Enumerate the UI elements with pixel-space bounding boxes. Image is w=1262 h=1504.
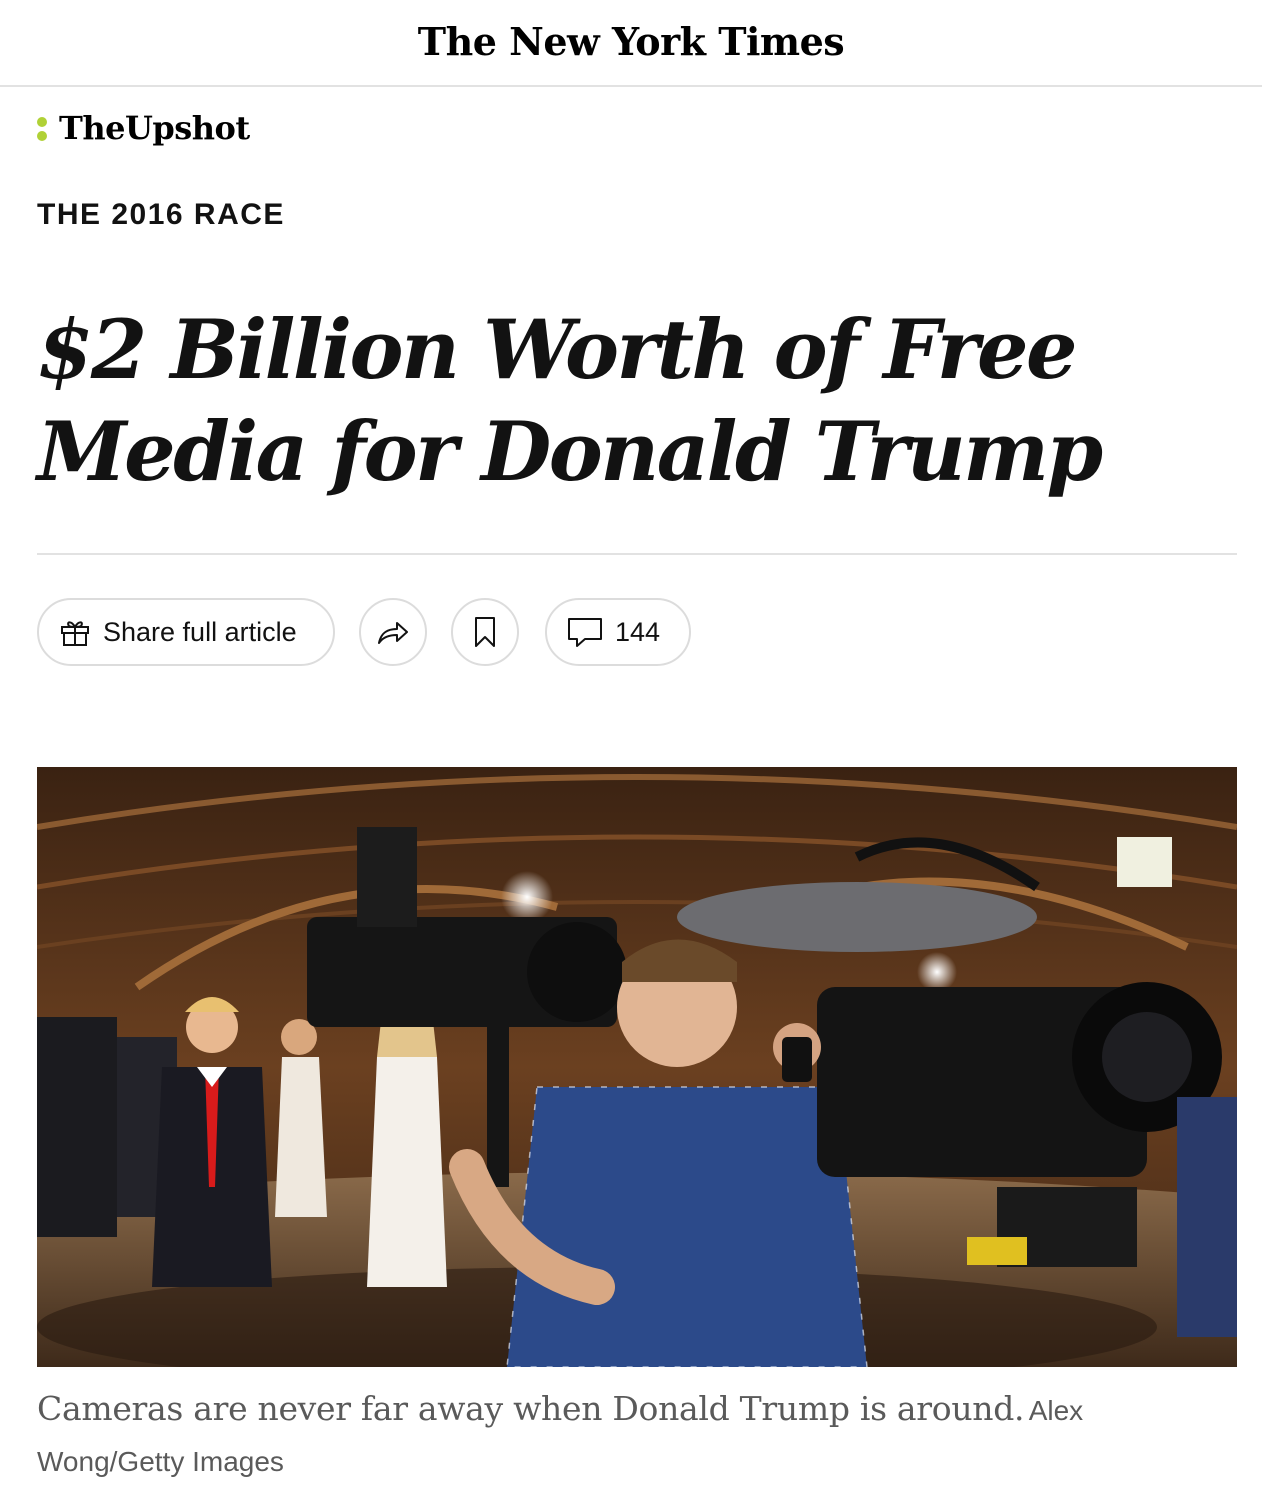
caption-text: Cameras are never far away when Donald T…	[37, 1389, 1025, 1428]
article-kicker[interactable]: THE 2016 RACE	[37, 198, 285, 232]
bookmark-icon	[473, 616, 497, 648]
article-headline: $2 Billion Worth of Free Media for Donal…	[37, 303, 1103, 500]
forward-arrow-icon	[376, 618, 410, 646]
section-name: TheUpshot	[59, 109, 250, 147]
photo-caption: Cameras are never far away when Donald T…	[37, 1386, 1237, 1490]
lead-photo	[37, 767, 1237, 1367]
share-forward-button[interactable]	[359, 598, 427, 666]
article-action-bar: Share full article 144	[37, 598, 691, 666]
nyt-logo[interactable]: The New York Times	[418, 19, 845, 64]
upshot-dots-icon	[37, 113, 47, 143]
share-full-article-button[interactable]: Share full article	[37, 598, 335, 666]
comments-count: 144	[615, 616, 661, 647]
gift-icon	[59, 616, 91, 648]
divider	[37, 553, 1237, 555]
comment-bubble-icon	[567, 616, 603, 648]
masthead: The New York Times	[0, 0, 1262, 87]
save-bookmark-button[interactable]	[451, 598, 519, 666]
share-label: Share full article	[103, 616, 297, 647]
section-label[interactable]: TheUpshot	[37, 108, 250, 148]
comments-button[interactable]: 144	[545, 598, 691, 666]
